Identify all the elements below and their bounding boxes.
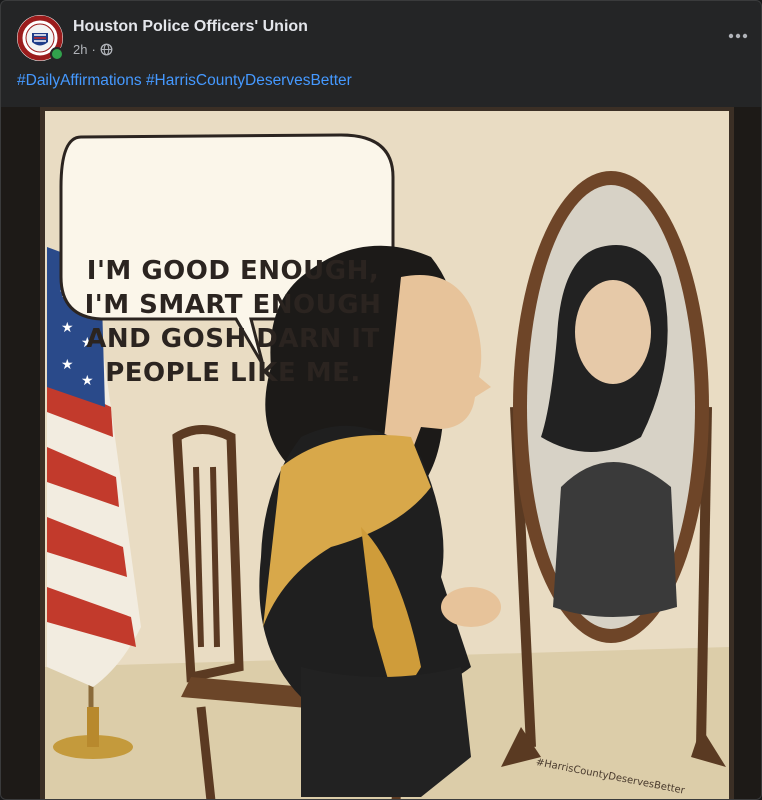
page-name[interactable]: Houston Police Officers' Union (73, 18, 308, 36)
meta-separator: · (91, 42, 96, 57)
post-caption: #DailyAffirmations #HarrisCountyDeserves… (17, 72, 352, 90)
hashtag-link[interactable]: #HarrisCountyDeservesBetter (146, 72, 352, 89)
more-options-button[interactable] (725, 23, 751, 49)
post-image[interactable]: ★ ★ ★ ★ ★ ★ (1, 107, 761, 799)
facebook-post: Houston Police Officers' Union 2h · #Dai… (0, 0, 762, 800)
svg-text:★: ★ (61, 319, 74, 335)
post-meta: 2h · (73, 42, 113, 57)
speech-line: I'M GOOD ENOUGH, (86, 256, 380, 286)
speech-line: PEOPLE LIKE ME. (105, 358, 361, 388)
cartoon-illustration: ★ ★ ★ ★ ★ ★ (40, 107, 734, 799)
hashtag-link[interactable]: #DailyAffirmations (17, 72, 142, 89)
online-status-dot (50, 47, 64, 61)
more-options-icon (728, 33, 748, 39)
post-header: Houston Police Officers' Union 2h · (1, 1, 761, 67)
speech-line: AND GOSH DARN IT (86, 324, 380, 354)
svg-text:★: ★ (61, 356, 74, 372)
post-timestamp[interactable]: 2h (73, 42, 87, 57)
globe-icon[interactable] (100, 43, 113, 56)
speech-line: I'M SMART ENOUGH (84, 290, 382, 320)
speech-bubble-text: I'M GOOD ENOUGH, I'M SMART ENOUGH AND GO… (83, 254, 383, 390)
